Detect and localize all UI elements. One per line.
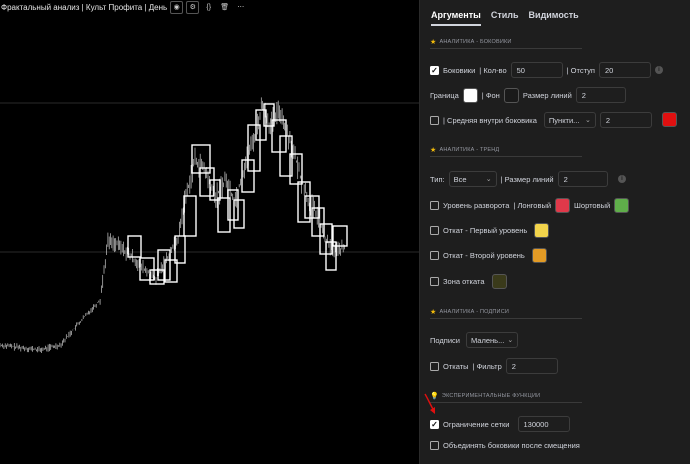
long-color-swatch[interactable] [555,197,571,213]
eye-icon[interactable]: ◉ [170,1,184,14]
chevron-down-icon: ⌄ [507,337,514,344]
offset-input[interactable]: 20 [598,62,651,78]
line-size-input[interactable]: 2 [575,87,626,103]
trend-type-select[interactable]: Все ⌄ [448,171,497,187]
red-arrow-annotation [424,393,435,414]
settings-tabs: Аргументы Стиль Видимость [431,10,579,26]
star-icon: ★ [430,147,437,154]
pullback1-checkbox[interactable] [430,225,439,235]
indicator-title: Фрактальный анализ | Культ Профита | Ден… [1,3,168,12]
long-label: | Лонговый [513,200,552,210]
section-header-experimental: 💡 ЭКСПЕРИМЕНТАЛЬНЫЕ ФУНКЦИИ [430,393,541,400]
sideways-boxes-label: Боковики [443,65,476,75]
settings-icon[interactable]: ⚙ [186,1,200,14]
trend-type-label: Тип: [430,174,445,184]
merge-checkbox[interactable] [430,440,439,450]
grid-limit-input[interactable]: 130000 [517,416,570,432]
info-icon[interactable]: i [655,66,663,74]
section-header-sideways: ★ АНАЛИТИКА - БОКОВИКИ [430,39,512,46]
pullback2-color-swatch[interactable] [531,247,547,263]
pullback2-label: Откат - Второй уровень [443,250,525,260]
zone-row: Зона отката [430,272,507,290]
chevron-down-icon: ⌄ [585,117,591,124]
pullback1-row: Откат - Первый уровень [430,221,550,239]
section-header-trend: ★ АНАЛИТИКА - ТРЕНД [430,147,500,154]
border-label: Граница [430,90,459,100]
merge-label: Объединять боковики после смещения [443,440,580,450]
reversal-label: Уровень разворота [443,200,510,210]
section-divider [430,48,582,49]
sideways-middle-row: | Средняя внутри боковика Пункти... ⌄ 2 [430,111,652,129]
pullback2-row: Откат - Второй уровень [430,246,547,264]
background-color-swatch[interactable] [503,87,519,103]
trend-type-row: Тип: Все ⌄ | Размер линий 2 [430,170,608,188]
merge-row: Объединять боковики после смещения [430,436,580,454]
delete-icon[interactable]: 🗑 [218,1,231,14]
reversal-row: Уровень разворота | Лонговый Шортовый [430,196,630,214]
zone-label: Зона отката [443,276,485,286]
line-size-label: Размер линий [522,90,572,100]
pullback1-label: Откат - Первый уровень [443,225,528,235]
section-divider [430,156,582,157]
grid-limit-row: ✓ Ограничение сетки 130000 [430,415,570,433]
sideways-box [332,225,348,247]
section-divider [430,318,582,319]
more-icon[interactable]: ⋯ [234,1,247,14]
section-divider [430,402,582,403]
chevron-down-icon: ⌄ [485,176,492,183]
captions-label: Подписи [430,335,460,345]
count-input[interactable]: 50 [510,62,563,78]
section-header-labels: ★ АНАЛИТИКА - ПОДПИСИ [430,309,510,316]
sideways-boxes-checkbox[interactable]: ✓ [430,65,439,75]
star-icon: ★ [430,39,437,46]
tab-arguments[interactable]: Аргументы [431,10,481,26]
zone-checkbox[interactable] [430,276,439,286]
middle-line-label: | Средняя внутри боковика [443,115,537,125]
middle-line-width-input[interactable]: 2 [599,112,652,128]
chart-area[interactable]: Фрактальный анализ | Культ Профита | Ден… [0,0,419,464]
pullbacks-label: Откаты [443,361,469,371]
price-chart [0,97,419,353]
short-label: Шортовый [574,200,611,210]
pullback1-color-swatch[interactable] [534,222,550,238]
sideways-colors-row: Граница | Фон Размер линий 2 [430,86,626,104]
sideways-box [209,179,221,201]
pullbacks-checkbox[interactable] [430,361,439,371]
captions-size-select[interactable]: Малень... ⌄ [465,332,518,348]
middle-line-color-swatch[interactable] [662,112,677,127]
border-color-swatch[interactable] [462,87,478,103]
reversal-checkbox[interactable] [430,200,439,210]
source-code-icon[interactable]: {} [202,1,215,14]
count-label: | Кол-во [479,65,507,75]
background-label: | Фон [481,90,500,100]
captions-row: Подписи Малень... ⌄ [430,331,518,349]
tab-visibility[interactable]: Видимость [529,10,579,26]
middle-line-checkbox[interactable] [430,115,439,125]
settings-panel: Аргументы Стиль Видимость ★ АНАЛИТИКА - … [419,0,690,464]
filter-label: | Фильтр [472,361,502,371]
middle-line-style-select[interactable]: Пункти... ⌄ [543,112,596,128]
offset-label: | Отступ [566,65,595,75]
grid-limit-label: Ограничение сетки [443,419,510,429]
zone-color-swatch[interactable] [491,273,507,289]
pullbacks-row: Откаты | Фильтр 2 [430,357,558,375]
pullback2-checkbox[interactable] [430,250,439,260]
star-icon: ★ [430,309,437,316]
info-icon[interactable]: i [618,175,626,183]
tab-style[interactable]: Стиль [491,10,519,26]
grid-limit-checkbox[interactable]: ✓ [430,419,439,429]
short-color-swatch[interactable] [614,197,630,213]
trend-line-size-input[interactable]: 2 [557,171,608,187]
sideways-boxes-row: ✓ Боковики | Кол-во 50 | Отступ 20 [430,61,651,79]
filter-input[interactable]: 2 [505,358,558,374]
trend-line-size-label: | Размер линий [500,174,554,184]
indicator-legend: Фрактальный анализ | Культ Профита | Ден… [1,1,248,14]
